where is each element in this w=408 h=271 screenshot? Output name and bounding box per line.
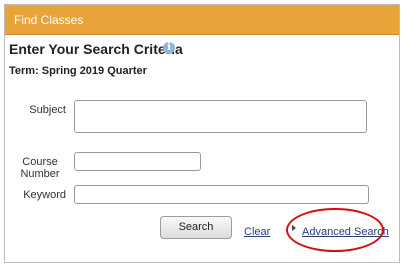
- clear-link[interactable]: Clear: [244, 226, 270, 238]
- course-number-field[interactable]: [74, 152, 201, 171]
- course-number-label: Course Number: [14, 156, 66, 180]
- keyword-label: Keyword: [23, 189, 66, 201]
- panel-title: Find Classes: [14, 13, 84, 27]
- course-number-label-line2: Number: [20, 168, 60, 180]
- info-icon[interactable]: i: [163, 42, 175, 54]
- search-criteria-heading: Enter Your Search Criteria: [9, 41, 183, 57]
- subject-label: Subject: [29, 104, 66, 116]
- subject-field[interactable]: [74, 100, 367, 133]
- highlight-circle: [286, 208, 384, 252]
- course-number-label-line1: Course: [22, 156, 58, 168]
- term-display: Term: Spring 2019 Quarter: [9, 65, 147, 77]
- search-button[interactable]: Search: [160, 216, 232, 239]
- panel-header: Find Classes: [5, 5, 399, 35]
- keyword-field[interactable]: [74, 185, 369, 204]
